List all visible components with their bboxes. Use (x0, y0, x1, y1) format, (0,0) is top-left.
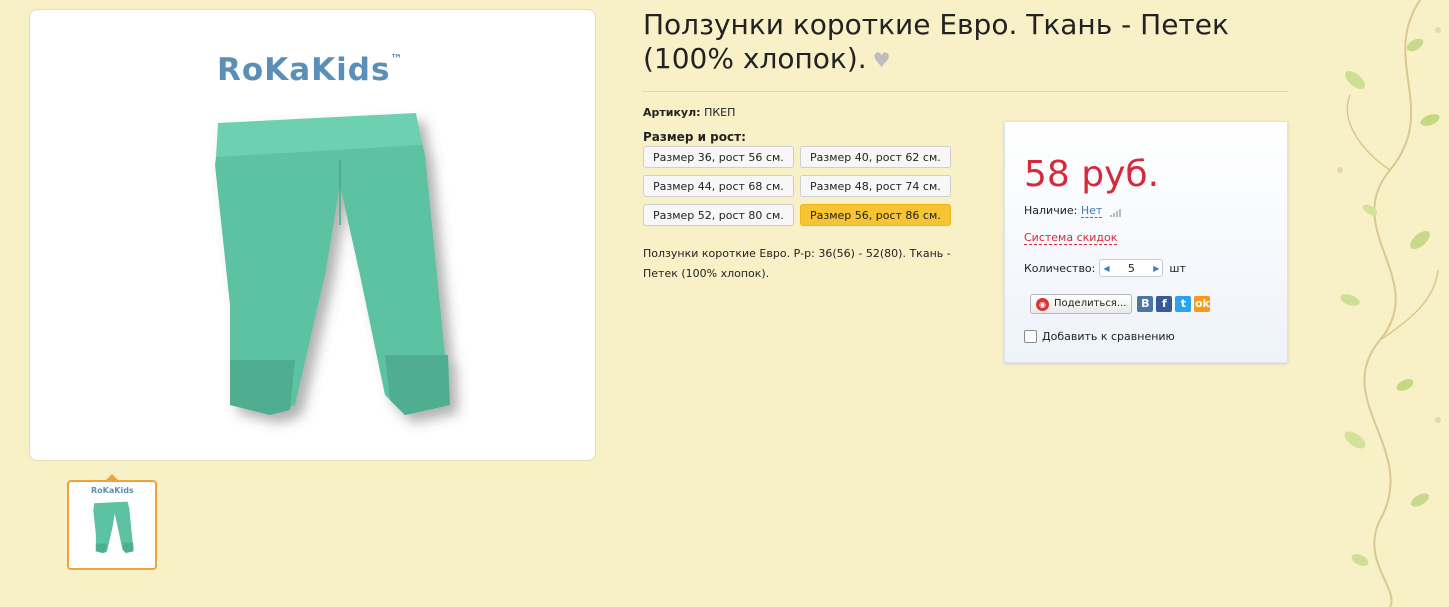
thumbnail-brand-logo: RoKaKids (91, 486, 134, 495)
size-option-48[interactable]: Размер 48, рост 74 см. (800, 175, 951, 197)
share-row: ◉ Поделиться... В f t ok (1030, 294, 1211, 314)
share-label: Поделиться... (1054, 298, 1127, 309)
vk-icon[interactable]: В (1137, 296, 1154, 312)
brand-tm: ™ (390, 51, 404, 66)
decrement-icon[interactable]: ◀ (1103, 264, 1109, 273)
thumbnail-garment (93, 501, 134, 553)
quantity-unit: шт (1169, 261, 1186, 275)
decorative-vine (1337, 0, 1441, 607)
product-title: Ползунки короткие Евро. Ткань - Петек (1… (643, 8, 1283, 77)
size-label: Размер и рост: (643, 130, 746, 144)
size-option-40[interactable]: Размер 40, рост 62 см. (800, 146, 951, 168)
share-icon: ◉ (1036, 297, 1049, 311)
facebook-icon[interactable]: f (1156, 296, 1173, 312)
brand-logo: RoKaKids™ (217, 52, 403, 88)
heart-icon[interactable]: ♥ (873, 43, 891, 77)
buy-box: 58 руб. Наличие: Нет Система скидок Коли… (1004, 121, 1288, 363)
quantity-value[interactable]: 5 (1128, 262, 1135, 275)
thumbnail-image[interactable]: RoKaKids (67, 480, 157, 570)
compare-label[interactable]: Добавить к сравнению (1042, 330, 1175, 343)
share-button[interactable]: ◉ Поделиться... (1030, 294, 1133, 314)
quantity-row: Количество: ◀ 5 ▶ шт (1024, 259, 1186, 277)
sku-value: ПКЕП (704, 106, 736, 119)
product-title-text: Ползунки короткие Евро. Ткань - Петек (1… (643, 8, 1229, 75)
product-image-card[interactable]: RoKaKids™ (29, 9, 596, 461)
product-image (215, 113, 450, 415)
availability: Наличие: Нет (1024, 204, 1122, 218)
discount-system-link[interactable]: Система скидок (1024, 231, 1118, 245)
divider (643, 91, 1288, 92)
increment-icon[interactable]: ▶ (1153, 264, 1159, 273)
product-description: Ползунки короткие Евро. Р-р: 36(56) - 52… (643, 247, 951, 280)
size-option-56[interactable]: Размер 56, рост 86 см. (800, 204, 951, 226)
quantity-stepper[interactable]: ◀ 5 ▶ (1099, 259, 1164, 277)
size-option-52[interactable]: Размер 52, рост 80 см. (643, 204, 794, 226)
twitter-icon[interactable]: t (1175, 296, 1192, 312)
size-option-36[interactable]: Размер 36, рост 56 см. (643, 146, 794, 168)
quantity-label: Количество: (1024, 261, 1096, 275)
availability-value[interactable]: Нет (1080, 204, 1103, 218)
compare-row[interactable]: Добавить к сравнению (1024, 330, 1175, 343)
compare-checkbox[interactable] (1024, 330, 1037, 343)
sku-line: Артикул: ПКЕП (643, 106, 735, 119)
price: 58 руб. (1024, 154, 1160, 195)
sku-label: Артикул: (643, 106, 701, 119)
stock-level-icon (1109, 204, 1122, 217)
odnoklassniki-icon[interactable]: ok (1194, 296, 1211, 312)
size-option-44[interactable]: Размер 44, рост 68 см. (643, 175, 794, 197)
brand-logo-text: RoKaKids (217, 52, 391, 88)
availability-label: Наличие: (1024, 204, 1078, 217)
